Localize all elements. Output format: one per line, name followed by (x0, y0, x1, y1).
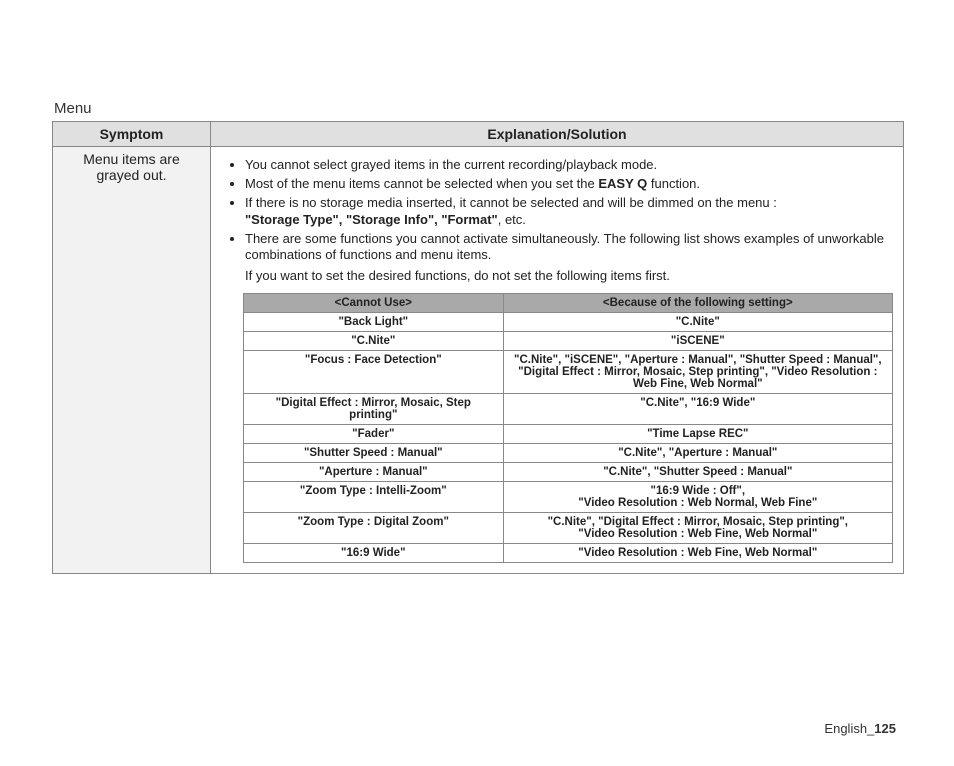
cannot-use-cell: "Focus : Face Detection" (244, 351, 504, 394)
bullet-list: You cannot select grayed items in the cu… (231, 157, 893, 264)
cannot-use-cell: "Digital Effect : Mirror, Mosaic, Step p… (244, 394, 504, 425)
bullet-2: Most of the menu items cannot be selecte… (245, 176, 893, 193)
combination-row: "Back Light""C.Nite" (244, 313, 893, 332)
because-setting-cell: "C.Nite", "16:9 Wide" (503, 394, 892, 425)
bullet-3: If there is no storage media inserted, i… (245, 195, 893, 229)
combination-row: "Digital Effect : Mirror, Mosaic, Step p… (244, 394, 893, 425)
because-setting-cell: "Video Resolution : Web Fine, Web Normal… (503, 544, 892, 563)
inner-header-right: <Because of the following setting> (503, 294, 892, 313)
plain-line: If you want to set the desired functions… (245, 268, 893, 285)
because-setting-cell: "C.Nite", "Shutter Speed : Manual" (503, 463, 892, 482)
symptom-cell: Menu items are grayed out. (53, 147, 211, 574)
because-setting-cell: "C.Nite", "iSCENE", "Aperture : Manual",… (503, 351, 892, 394)
because-setting-cell: "C.Nite", "Digital Effect : Mirror, Mosa… (503, 513, 892, 544)
header-row: Symptom Explanation/Solution (53, 122, 904, 147)
combination-row: "C.Nite""iSCENE" (244, 332, 893, 351)
combination-row: "Focus : Face Detection""C.Nite", "iSCEN… (244, 351, 893, 394)
troubleshooting-table: Symptom Explanation/Solution Menu items … (52, 121, 904, 574)
bullet-4: There are some functions you cannot acti… (245, 231, 893, 265)
because-setting-cell: "C.Nite" (503, 313, 892, 332)
because-setting-cell: "C.Nite", "Aperture : Manual" (503, 444, 892, 463)
col-header-symptom: Symptom (53, 122, 211, 147)
combination-row: "16:9 Wide""Video Resolution : Web Fine,… (244, 544, 893, 563)
because-setting-cell: "16:9 Wide : Off","Video Resolution : We… (503, 482, 892, 513)
combination-row: "Zoom Type : Digital Zoom""C.Nite", "Dig… (244, 513, 893, 544)
cannot-use-cell: "Fader" (244, 425, 504, 444)
explanation-cell: You cannot select grayed items in the cu… (211, 147, 904, 574)
cannot-use-cell: "Zoom Type : Intelli-Zoom" (244, 482, 504, 513)
cannot-use-cell: "C.Nite" (244, 332, 504, 351)
document-page: Menu Symptom Explanation/Solution Menu i… (0, 0, 954, 766)
combination-row: "Zoom Type : Intelli-Zoom""16:9 Wide : O… (244, 482, 893, 513)
cannot-use-cell: "Zoom Type : Digital Zoom" (244, 513, 504, 544)
because-setting-cell: "Time Lapse REC" (503, 425, 892, 444)
footer-page-number: 125 (874, 721, 896, 736)
combination-row: "Aperture : Manual""C.Nite", "Shutter Sp… (244, 463, 893, 482)
body-row: Menu items are grayed out. You cannot se… (53, 147, 904, 574)
cannot-use-cell: "16:9 Wide" (244, 544, 504, 563)
combination-row: "Fader""Time Lapse REC" (244, 425, 893, 444)
combination-row: "Shutter Speed : Manual""C.Nite", "Apert… (244, 444, 893, 463)
bullet-1: You cannot select grayed items in the cu… (245, 157, 893, 174)
combinations-table: <Cannot Use> <Because of the following s… (243, 293, 893, 563)
cannot-use-cell: "Shutter Speed : Manual" (244, 444, 504, 463)
col-header-explanation: Explanation/Solution (211, 122, 904, 147)
footer-lang: English_ (824, 721, 874, 736)
inner-header-left: <Cannot Use> (244, 294, 504, 313)
page-footer: English_125 (824, 721, 896, 736)
section-title: Menu (54, 100, 904, 117)
cannot-use-cell: "Aperture : Manual" (244, 463, 504, 482)
because-setting-cell: "iSCENE" (503, 332, 892, 351)
cannot-use-cell: "Back Light" (244, 313, 504, 332)
